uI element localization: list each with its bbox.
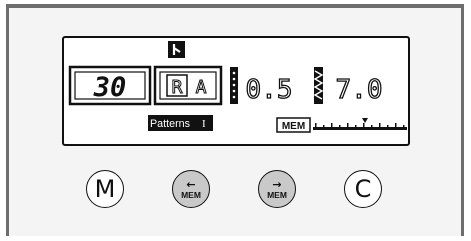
scale-tick xyxy=(323,125,325,128)
patterns-bank-text: I xyxy=(202,118,206,130)
patterns-label: Patterns I xyxy=(148,115,213,131)
scale-tick xyxy=(363,123,365,128)
stitch-length-icon xyxy=(230,67,238,104)
scale-tick xyxy=(387,125,389,128)
c-button-label: C xyxy=(354,175,372,203)
memory-scale xyxy=(313,118,407,130)
scale-tick xyxy=(403,125,405,128)
arrow-right-icon: → xyxy=(272,177,282,191)
mem-back-button[interactable]: ← MEM xyxy=(172,170,210,208)
mem-back-label: MEM xyxy=(181,189,201,200)
pattern-char-2: A xyxy=(196,77,207,98)
scale-tick xyxy=(355,125,357,128)
m-button-label: M xyxy=(94,175,116,203)
c-button[interactable]: C xyxy=(344,170,382,208)
zigzag-width-icon xyxy=(313,67,324,104)
patterns-label-text: Patterns xyxy=(150,118,190,130)
mem-label: MEM xyxy=(276,117,311,133)
mem-forward-button[interactable]: → MEM xyxy=(258,170,296,208)
scale-tick xyxy=(371,125,373,128)
stitch-number-box: 30 xyxy=(68,65,152,106)
needle-position-icon xyxy=(168,41,185,58)
pattern-box: R A xyxy=(153,65,223,106)
scale-pointer-icon xyxy=(362,118,368,123)
arrow-left-icon: ← xyxy=(186,177,196,191)
mem-forward-label: MEM xyxy=(267,189,287,200)
scale-tick xyxy=(339,125,341,128)
stitch-number-display: 30 xyxy=(93,72,127,103)
zigzag-width-value: 7.0 xyxy=(336,75,383,105)
scale-tick xyxy=(379,123,381,128)
scale-tick xyxy=(331,123,333,128)
mem-label-text: MEM xyxy=(282,121,305,132)
lcd-display: 30 R A 0.5 7.0 Patterns I MEM xyxy=(62,36,410,146)
stitch-length-value: 0.5 xyxy=(246,75,293,105)
scale-tick xyxy=(347,123,349,128)
scale-tick xyxy=(395,123,397,128)
scale-tick xyxy=(315,123,317,128)
pattern-char-1: R xyxy=(172,77,183,98)
m-button[interactable]: M xyxy=(86,170,124,208)
